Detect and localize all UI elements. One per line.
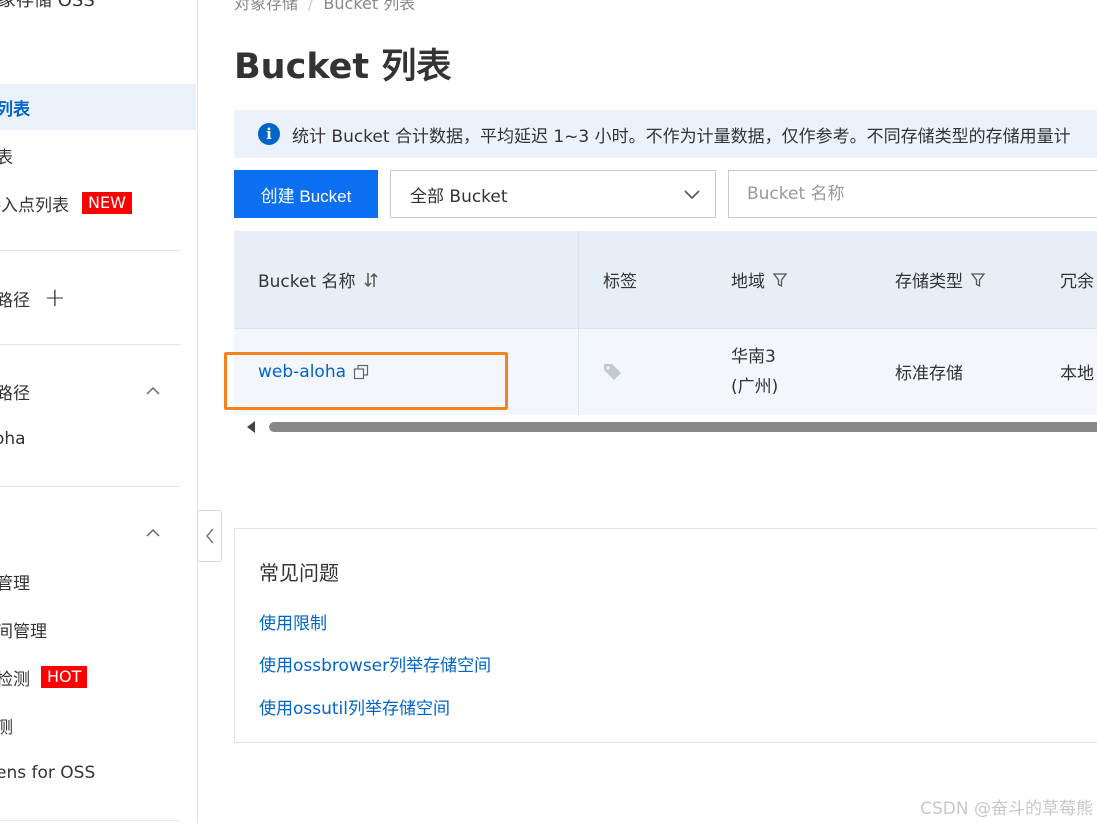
faq-title: 常见问题 xyxy=(259,561,339,585)
sidebar-item-quick-paths[interactable]: 路径 + xyxy=(0,275,196,321)
breadcrumb-root[interactable]: 对象存储 xyxy=(234,0,298,13)
faq-link-ossbrowser[interactable]: 使用ossbrowser列举存储空间 xyxy=(259,651,491,676)
chevron-down-icon xyxy=(684,190,700,200)
column-header-tags: 标签 xyxy=(603,231,637,328)
sidebar-divider xyxy=(0,344,180,345)
column-header-bucket-name[interactable]: Bucket 名称 xyxy=(258,231,379,328)
redundancy-cell: 本地 xyxy=(1060,328,1094,415)
highlight-annotation xyxy=(224,352,508,410)
storage-class-value: 标准存储 xyxy=(895,364,963,384)
column-header-label: 地域 xyxy=(731,272,765,292)
sidebar-section-data-services[interactable] xyxy=(0,510,196,556)
sidebar-collapse-button[interactable] xyxy=(197,510,222,562)
column-header-label: Bucket 名称 xyxy=(258,272,356,292)
sidebar-item-label: 路径 xyxy=(0,290,30,311)
page-title: Bucket 列表 xyxy=(234,47,452,87)
redundancy-value: 本地 xyxy=(1060,364,1094,384)
column-header-region[interactable]: 地域 xyxy=(731,231,788,328)
sidebar-item-sensitive-data[interactable]: 检测 HOT xyxy=(0,654,196,700)
column-header-label: 存储类型 xyxy=(895,272,963,292)
column-header-storage-class[interactable]: 存储类型 xyxy=(895,231,986,328)
sidebar-item-label: 检测 xyxy=(0,669,30,690)
column-header-label: 标签 xyxy=(603,272,637,292)
chevron-up-icon[interactable] xyxy=(146,526,160,540)
info-alert: i 统计 Bucket 合计数据，平均延迟 1~3 小时。不作为计量数据，仅作参… xyxy=(234,110,1097,158)
sidebar-divider xyxy=(0,820,180,821)
bucket-filter-value: 全部 Bucket xyxy=(410,186,508,207)
scrollbar-thumb[interactable] xyxy=(269,422,1097,432)
add-icon[interactable]: + xyxy=(44,285,66,311)
sidebar-item-replication[interactable]: 管理 xyxy=(0,558,196,604)
chevron-left-icon xyxy=(205,528,214,544)
sidebar-item-space-management[interactable]: 间管理 xyxy=(0,606,196,652)
page: 对象存储 OSS 列表 表 接入点列表 NEW 路径 + 路径 oha xyxy=(0,0,1097,823)
faq-panel: 常见问题 使用限制 使用ossbrowser列举存储空间 使用ossutil列举… xyxy=(234,528,1097,743)
sidebar-item-label: 列表 xyxy=(0,99,30,120)
bucket-filter-select[interactable]: 全部 Bucket xyxy=(390,170,716,218)
watermark: CSDN @奋斗的草莓熊 xyxy=(920,799,1093,819)
bucket-search-input[interactable] xyxy=(728,170,1097,218)
storage-class-cell: 标准存储 xyxy=(895,328,963,415)
sidebar-item-label: 表 xyxy=(0,143,13,168)
region-name: 华南3 xyxy=(731,346,776,367)
sidebar-divider xyxy=(0,250,180,251)
create-bucket-button[interactable]: 创建 Bucket xyxy=(234,170,378,218)
sidebar-item-label: 路径 xyxy=(0,383,30,404)
sidebar-item-storage-lens[interactable]: ens for OSS xyxy=(0,750,196,796)
breadcrumb: 对象存储 / Bucket 列表 xyxy=(234,0,415,14)
sidebar-item-label: 接入点列表 xyxy=(0,195,69,216)
sidebar-item-label: 测 xyxy=(0,713,13,738)
sidebar-divider xyxy=(0,486,180,487)
sidebar-item-bucket-list[interactable]: 列表 xyxy=(0,84,196,130)
horizontal-scrollbar[interactable] xyxy=(234,417,1097,437)
tag-icon[interactable] xyxy=(603,362,623,382)
region-cell: 华南3 (广州) xyxy=(731,328,778,415)
breadcrumb-current: Bucket 列表 xyxy=(323,0,416,13)
sidebar-item-label: 间管理 xyxy=(0,621,47,642)
column-divider xyxy=(578,231,579,415)
scroll-left-icon[interactable] xyxy=(246,421,256,433)
faq-link-ossutil[interactable]: 使用ossutil列举存储空间 xyxy=(259,694,450,719)
filter-icon[interactable] xyxy=(772,271,788,289)
sidebar-item-endpoint-list[interactable]: 接入点列表 NEW xyxy=(0,180,196,226)
sidebar: 对象存储 OSS 列表 表 接入点列表 NEW 路径 + 路径 oha xyxy=(0,0,198,823)
column-header-redundancy: 冗余 xyxy=(1060,231,1094,328)
sidebar-item-label: oha xyxy=(0,429,26,449)
region-city: (广州) xyxy=(731,376,779,397)
sidebar-item-label: 管理 xyxy=(0,573,30,594)
sort-icon[interactable] xyxy=(363,271,379,289)
info-text: 统计 Bucket 合计数据，平均延迟 1~3 小时。不作为计量数据，仅作参考。… xyxy=(292,126,1071,147)
sidebar-title: 对象存储 OSS xyxy=(0,0,95,11)
chevron-up-icon[interactable] xyxy=(146,384,160,398)
breadcrumb-separator: / xyxy=(308,0,314,13)
sidebar-item-risk-detection[interactable]: 测 xyxy=(0,702,196,748)
sidebar-item-recent-paths[interactable]: 路径 xyxy=(0,368,196,414)
hot-badge: HOT xyxy=(41,666,88,688)
sidebar-item-label: ens for OSS xyxy=(0,763,96,783)
tag-cell xyxy=(603,328,623,415)
filter-icon[interactable] xyxy=(970,271,986,289)
faq-link-limits[interactable]: 使用限制 xyxy=(259,609,327,634)
sidebar-item-access-point-list[interactable]: 表 xyxy=(0,132,196,178)
sidebar-item-recent-bucket[interactable]: oha xyxy=(0,416,196,462)
column-header-label: 冗余 xyxy=(1060,272,1094,292)
new-badge: NEW xyxy=(82,192,132,214)
info-icon: i xyxy=(258,123,280,145)
